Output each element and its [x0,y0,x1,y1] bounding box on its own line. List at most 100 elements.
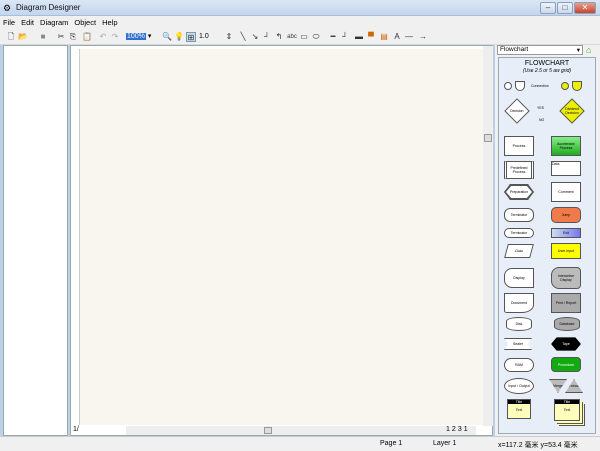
terminator-shape[interactable]: Terminator [504,208,534,222]
predefined-process-shape[interactable]: Predefined Process [504,161,534,179]
minimize-button[interactable]: – [540,2,556,14]
sealer-shape[interactable]: Sealer [504,338,532,350]
ellipse-icon[interactable]: ⬭ [311,32,321,42]
multi-title-text-shape[interactable]: Title Text [554,399,580,421]
menu-object[interactable]: Object [71,16,99,29]
exit-shape[interactable]: Exit [551,228,581,238]
status-page: Page 1 [380,440,403,447]
line-color-icon[interactable]: ▀ [366,32,376,42]
data-shape[interactable]: Data [504,244,534,258]
close-button[interactable]: ✕ [574,2,596,14]
arrow-icon[interactable]: → [418,32,428,42]
curve-icon[interactable]: ↰ [274,32,284,42]
line-style-icon[interactable]: ━ [328,32,338,42]
spin-icon[interactable]: ⇕ [224,32,234,42]
page-tab-2[interactable]: 2 [452,426,456,433]
shape-label: Connection [531,84,549,88]
scroll-thumb-h[interactable] [264,427,272,434]
dividend-decision-shape[interactable]: Dividend Decision [559,98,585,124]
terminator-small-shape[interactable]: Terminator [504,228,534,238]
connector-shape[interactable] [504,82,512,90]
user-input-shape[interactable]: User Input [551,243,581,259]
yes-label: YES [537,106,545,110]
display-shape[interactable]: Display [504,268,534,288]
decision-shape[interactable]: Decision [504,98,530,124]
stencil-title: FLOWCHART [524,60,570,67]
page-tab-3[interactable]: 3 [458,426,462,433]
stencil-subtitle: (Use 2.5 or 5 aw grid) [522,68,572,74]
horizontal-scrollbar[interactable] [126,426,476,435]
maximize-button[interactable]: □ [557,2,573,14]
jump-shape[interactable]: Jump [551,207,581,223]
merge-shape[interactable]: Merge [549,379,567,393]
snap-icon[interactable]: ⊞ [186,32,196,42]
page-list-pane[interactable] [3,45,68,436]
app-icon: ⚙ [3,3,12,13]
canvas-area: 1/ 1231 [70,45,493,436]
comment-shape[interactable]: Comment [551,182,581,202]
arrow-line-icon[interactable]: ↘ [250,32,260,42]
tape-shape[interactable]: Tape [551,337,581,351]
status-layer: Layer 1 [433,440,457,447]
page-tab-1[interactable]: 1 [446,426,450,433]
no-label: NO [539,118,545,122]
stencil-select[interactable]: Flowchart ▾ [497,45,583,55]
fill-color-icon[interactable]: ▬ [354,32,364,42]
text-tool[interactable]: abc [286,32,298,42]
stencil-shapes: FLOWCHART (Use 2.5 or 5 aw grid) Connect… [498,57,596,434]
tab-page-0[interactable]: 1/ [73,426,87,435]
copy-icon[interactable]: ⎘ [68,32,78,42]
zoom-icon[interactable]: 🔍 [162,32,172,42]
interactive-display-shape[interactable]: Interactive Display [551,267,581,289]
text-color-icon[interactable]: ▤ [379,32,389,42]
title-bar: ⚙ Diagram Designer – □ ✕ [0,0,600,16]
accelerator-process-shape[interactable]: Accelerator Process [551,136,581,156]
connector-icon[interactable]: ┘ [262,32,272,42]
stencil-home-icon[interactable]: ⌂ [586,45,591,55]
menu-edit[interactable]: Edit [18,16,37,29]
drawing-canvas[interactable] [79,49,484,425]
toolbar: 🗋 📂 ■ ✂ ⎘ 📋 ↶ ↷ 100% ▾ 🔍 💡 ⊞ 1.0 ⇕ ╲ ↘ ┘… [0,30,600,45]
undo-icon[interactable]: ↶ [98,32,108,42]
document-shape[interactable]: Document [504,293,534,313]
new-icon[interactable]: 🗋 [6,32,16,42]
status-bar: Page 1 Layer 1 x=117.2 毫米 y=53.4 毫米 [0,436,600,451]
line-width-input[interactable]: 1.0 [199,33,223,40]
vertical-scrollbar[interactable] [483,46,493,426]
offpage-yellow-shape[interactable] [572,81,582,91]
zoom-select[interactable]: 100% ▾ [126,32,158,42]
print-report-shape[interactable]: Print / Report [551,293,581,313]
redo-icon[interactable]: ↷ [110,32,120,42]
cut-icon[interactable]: ✂ [56,32,66,42]
preparation-shape[interactable]: Preparation [506,186,532,198]
menu-help[interactable]: Help [99,16,120,29]
line-type-icon[interactable]: — [404,32,414,42]
offpage-shape[interactable] [515,81,525,91]
scroll-thumb[interactable] [484,134,492,142]
rectangle-icon[interactable]: ▭ [299,32,309,42]
menu-bar: File Edit Diagram Object Help [0,16,600,30]
status-coords: x=117.2 毫米 y=53.4 毫米 [498,442,578,449]
procedure-shape[interactable]: Procedure [551,357,581,372]
bulb-icon[interactable]: 💡 [174,32,184,42]
menu-diagram[interactable]: Diagram [37,16,71,29]
paste-icon[interactable]: 📋 [82,32,92,42]
line-icon[interactable]: ╲ [238,32,248,42]
menu-file[interactable]: File [0,16,18,29]
line-end-icon[interactable]: ┘ [340,32,350,42]
database-shape[interactable]: Database [554,317,580,331]
page-tab-4[interactable]: 1 [464,426,468,433]
window-title: Diagram Designer [16,3,81,12]
extract-shape[interactable]: Extract [565,379,583,393]
input-output-shape[interactable]: Input / Output [504,378,534,394]
data-storage-shape[interactable]: Data [551,161,581,176]
connector-yellow-shape[interactable] [561,82,569,90]
disk-shape[interactable]: Disk [506,317,532,331]
ram-shape[interactable]: RAM [504,358,534,372]
title-text-shape[interactable]: Title Text [507,399,531,419]
font-icon[interactable]: A [392,32,402,42]
page-tabs: 1231 [446,426,468,433]
process-shape[interactable]: Process [504,136,534,156]
save-icon[interactable]: ■ [38,32,48,42]
open-icon[interactable]: 📂 [18,32,28,42]
